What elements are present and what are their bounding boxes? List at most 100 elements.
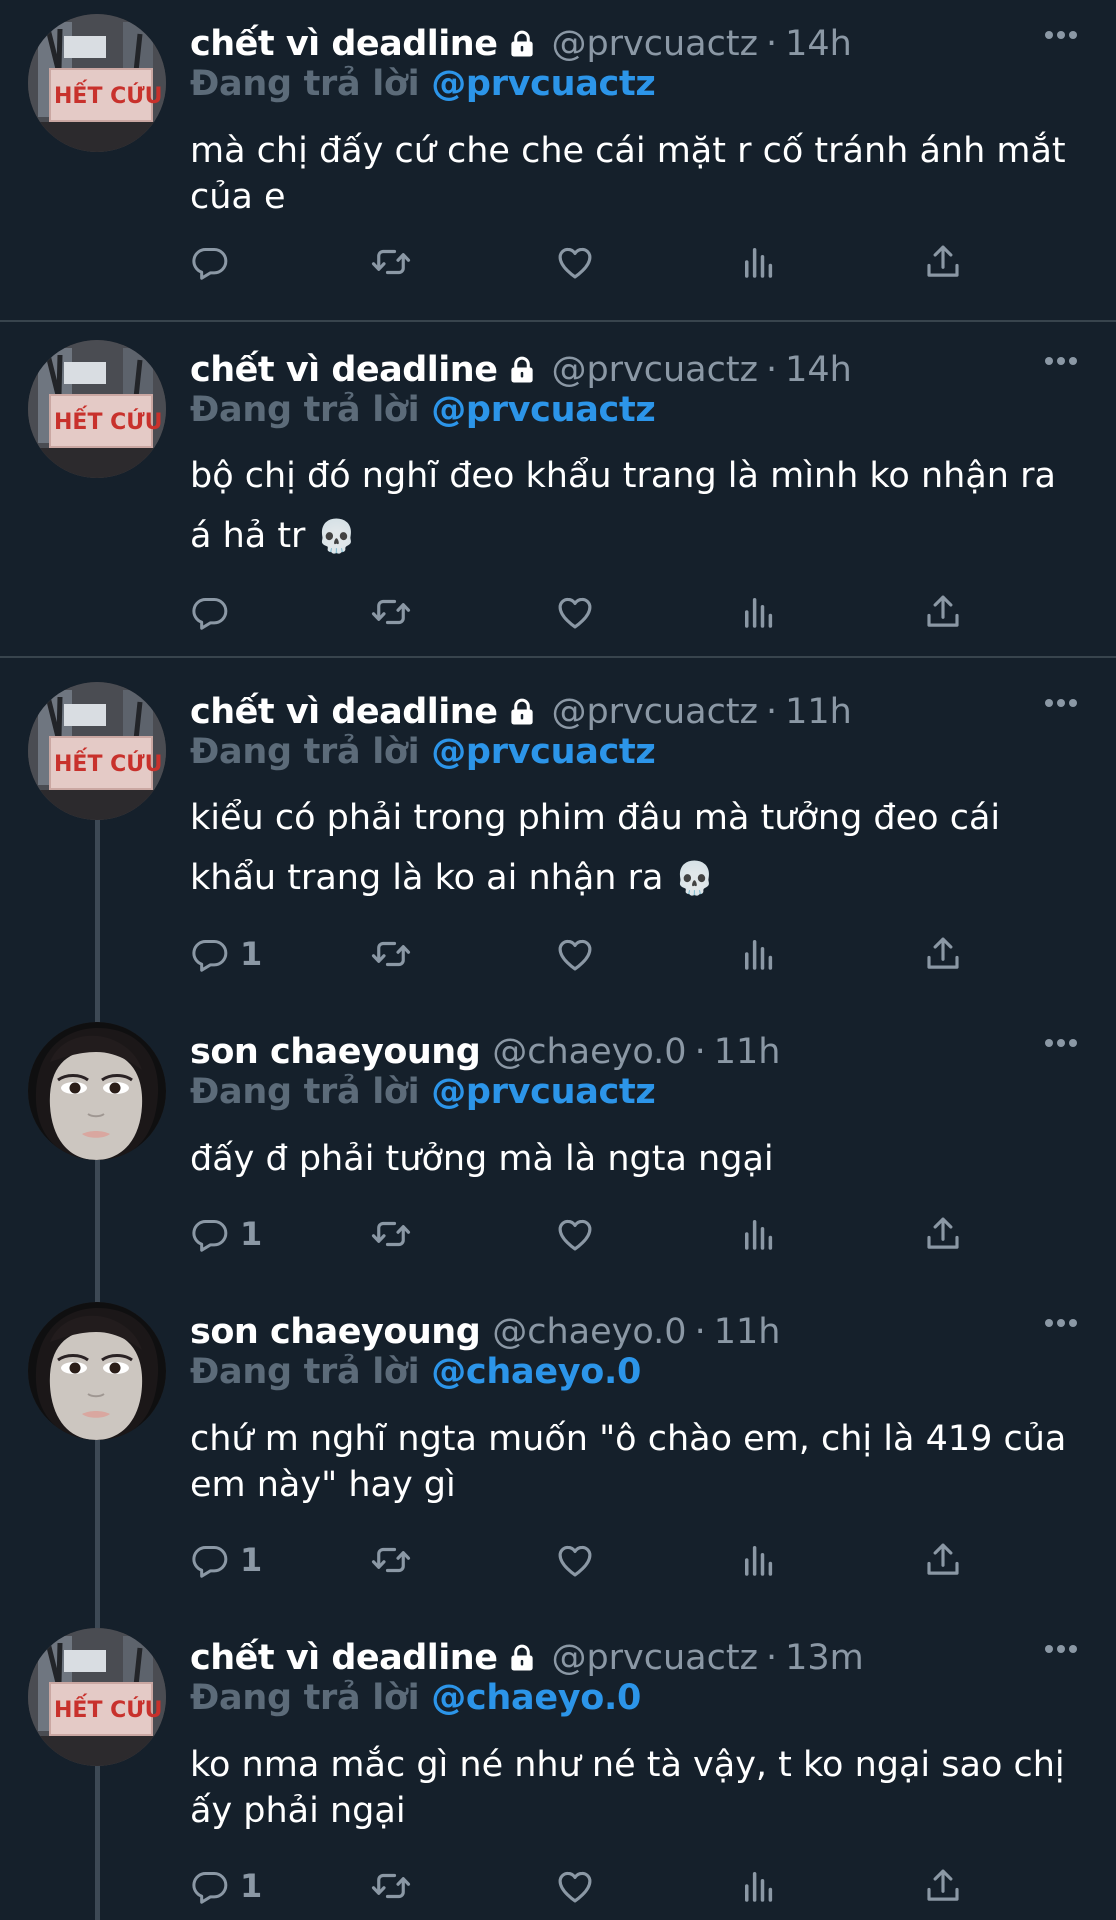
share-button[interactable] [922, 1212, 964, 1256]
like-button[interactable] [554, 932, 596, 976]
replying-to-handle[interactable]: @prvcuactz [431, 64, 656, 104]
reply-button[interactable] [190, 240, 240, 284]
avatar[interactable]: HẾT CỨU [28, 682, 166, 820]
timestamp[interactable]: 13m [785, 1638, 864, 1678]
replying-to: Đang trả lời @prvcuactz [190, 64, 656, 104]
timestamp[interactable]: 11h [785, 692, 852, 732]
tweet-text: bộ chị đó nghĩ đeo khẩu trang là mình ko… [190, 446, 1070, 566]
tweet-text: ko nma mắc gì né như né tà vậy, t ko ngạ… [190, 1742, 1070, 1834]
avatar[interactable] [28, 1302, 166, 1440]
tweet[interactable]: HẾT CỨU chết vì deadline @prvcuactz · 14… [0, 340, 1116, 650]
like-icon [554, 933, 596, 975]
share-button[interactable] [922, 1864, 964, 1908]
display-name[interactable]: son chaeyoung [190, 1032, 481, 1072]
avatar-label: HẾT CỨU [54, 752, 163, 777]
analytics-button[interactable] [738, 1538, 780, 1582]
like-button[interactable] [554, 1864, 596, 1908]
reply-button[interactable]: 1 [190, 1212, 262, 1256]
tweet-actions [190, 240, 1010, 284]
more-icon[interactable] [1044, 1644, 1078, 1654]
reply-icon [190, 242, 230, 282]
tweet[interactable]: HẾT CỨU chết vì deadline @prvcuactz · 14… [0, 14, 1116, 314]
user-handle[interactable]: @chaeyo.0 [492, 1312, 686, 1352]
timestamp[interactable]: 14h [785, 24, 852, 64]
separator-dot: · [765, 1638, 778, 1678]
tweet-text: chứ m nghĩ ngta muốn "ô chào em, chị là … [190, 1416, 1070, 1508]
replying-to-handle[interactable]: @chaeyo.0 [431, 1352, 641, 1392]
replying-to-handle[interactable]: @chaeyo.0 [431, 1678, 641, 1718]
replying-to-label: Đang trả lời [190, 1072, 420, 1112]
avatar[interactable]: HẾT CỨU [28, 14, 166, 152]
reply-button[interactable] [190, 590, 240, 634]
tweet[interactable]: son chaeyoung @chaeyo.0 · 11h Đang trả l… [0, 1022, 1116, 1292]
timestamp[interactable]: 14h [785, 350, 852, 390]
analytics-button[interactable] [738, 1864, 780, 1908]
retweet-button[interactable] [370, 1212, 412, 1256]
reply-count: 1 [240, 935, 263, 973]
avatar-image [28, 1628, 166, 1766]
lock-icon [507, 697, 537, 727]
analytics-button[interactable] [738, 1212, 780, 1256]
retweet-button[interactable] [370, 1864, 412, 1908]
more-icon[interactable] [1044, 698, 1078, 708]
tweet-text-content: kiểu có phải trong phim đâu mà tưởng đeo… [190, 798, 1001, 898]
share-button[interactable] [922, 1538, 964, 1582]
tweet-divider [0, 656, 1116, 658]
analytics-button[interactable] [738, 590, 780, 634]
display-name[interactable]: chết vì deadline [190, 350, 498, 390]
more-icon[interactable] [1044, 1038, 1078, 1048]
tweet-actions: 1 [190, 1864, 1010, 1908]
avatar[interactable]: HẾT CỨU [28, 1628, 166, 1766]
tweet[interactable]: HẾT CỨU chết vì deadline @prvcuactz · 11… [0, 682, 1116, 1002]
replying-to: Đang trả lời @chaeyo.0 [190, 1678, 641, 1718]
analytics-button[interactable] [738, 240, 780, 284]
share-button[interactable] [922, 590, 964, 634]
analytics-button[interactable] [738, 932, 780, 976]
replying-to-handle[interactable]: @prvcuactz [431, 732, 656, 772]
separator-dot: · [765, 350, 778, 390]
like-button[interactable] [554, 1212, 596, 1256]
avatar[interactable]: HẾT CỨU [28, 340, 166, 478]
like-button[interactable] [554, 240, 596, 284]
replying-to-label: Đang trả lời [190, 1678, 420, 1718]
replying-to: Đang trả lời @prvcuactz [190, 732, 656, 772]
timestamp[interactable]: 11h [714, 1312, 781, 1352]
display-name[interactable]: chết vì deadline [190, 24, 498, 64]
user-handle[interactable]: @prvcuactz [551, 1638, 758, 1678]
more-icon[interactable] [1044, 356, 1078, 366]
more-icon[interactable] [1044, 1318, 1078, 1328]
retweet-icon [370, 1213, 412, 1255]
replying-to-handle[interactable]: @prvcuactz [431, 390, 656, 430]
avatar-label: HẾT CỨU [54, 410, 163, 435]
tweet-text: kiểu có phải trong phim đâu mà tưởng đeo… [190, 788, 1070, 908]
tweet[interactable]: son chaeyoung @chaeyo.0 · 11h Đang trả l… [0, 1302, 1116, 1612]
tweet[interactable]: HẾT CỨU chết vì deadline @prvcuactz · 13… [0, 1628, 1116, 1920]
tweet-text-content: ko nma mắc gì né như né tà vậy, t ko ngạ… [190, 1745, 1065, 1831]
user-handle[interactable]: @prvcuactz [551, 692, 758, 732]
reply-button[interactable]: 1 [190, 1864, 262, 1908]
share-button[interactable] [922, 932, 964, 976]
like-button[interactable] [554, 1538, 596, 1582]
separator-dot: · [765, 24, 778, 64]
retweet-button[interactable] [370, 1538, 412, 1582]
display-name[interactable]: chết vì deadline [190, 1638, 498, 1678]
retweet-button[interactable] [370, 240, 412, 284]
share-button[interactable] [922, 240, 964, 284]
user-handle[interactable]: @prvcuactz [551, 350, 758, 390]
like-icon [554, 1865, 596, 1907]
retweet-button[interactable] [370, 932, 412, 976]
retweet-icon [370, 591, 412, 633]
retweet-button[interactable] [370, 590, 412, 634]
avatar[interactable] [28, 1022, 166, 1160]
reply-button[interactable]: 1 [190, 1538, 262, 1582]
reply-button[interactable]: 1 [190, 932, 262, 976]
more-icon[interactable] [1044, 30, 1078, 40]
tweet-text: mà chị đấy cứ che che cái mặt r cố tránh… [190, 128, 1070, 220]
user-handle[interactable]: @prvcuactz [551, 24, 758, 64]
timestamp[interactable]: 11h [714, 1032, 781, 1072]
display-name[interactable]: chết vì deadline [190, 692, 498, 732]
like-button[interactable] [554, 590, 596, 634]
user-handle[interactable]: @chaeyo.0 [492, 1032, 686, 1072]
display-name[interactable]: son chaeyoung [190, 1312, 481, 1352]
replying-to-handle[interactable]: @prvcuactz [431, 1072, 656, 1112]
